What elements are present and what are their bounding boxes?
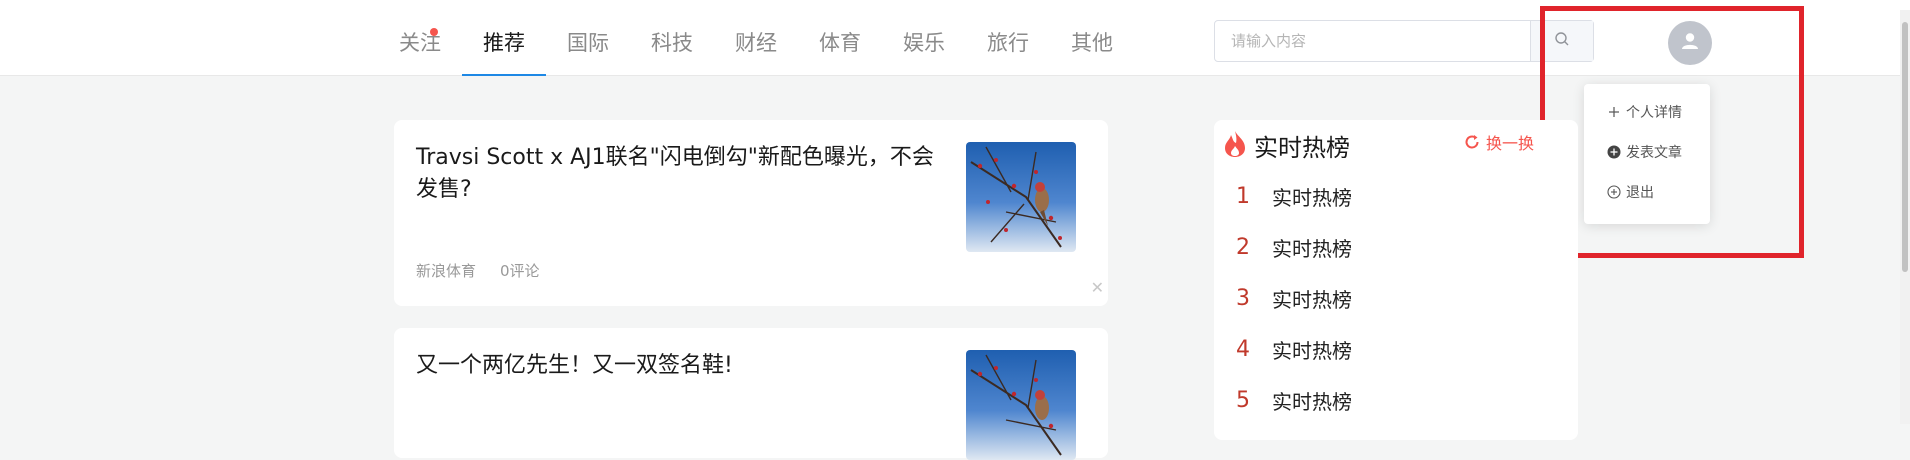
tab-tech[interactable]: 科技 [630, 10, 714, 76]
hot-list-item[interactable]: 2 实时热榜 [1236, 233, 1352, 262]
tab-follow[interactable]: 关注 [378, 10, 462, 76]
hot-text: 实时热榜 [1272, 288, 1352, 312]
tab-other[interactable]: 其他 [1050, 10, 1134, 76]
refresh-label: 换一换 [1486, 134, 1535, 153]
plus-circle-filled-icon [1606, 145, 1622, 159]
hot-text: 实时热榜 [1272, 339, 1352, 363]
notification-dot [430, 28, 438, 36]
hot-rank: 2 [1236, 235, 1250, 260]
tab-international[interactable]: 国际 [546, 10, 630, 76]
tab-sports[interactable]: 体育 [798, 10, 882, 76]
menu-item-label: 发表文章 [1626, 145, 1682, 161]
search-input[interactable] [1215, 21, 1531, 61]
menu-item-label: 退出 [1626, 185, 1654, 201]
article-title[interactable]: 又一个两亿先生！又一双签名鞋! [416, 350, 946, 382]
article-meta: 新浪体育 0评论 [416, 260, 540, 281]
tab-label: 科技 [651, 31, 693, 55]
hot-text: 实时热榜 [1272, 186, 1352, 210]
tab-label: 体育 [819, 31, 861, 55]
fire-icon [1224, 130, 1246, 162]
user-icon [1679, 30, 1701, 56]
plus-icon [1606, 106, 1622, 118]
scrollbar-thumb[interactable] [1902, 22, 1908, 272]
article-card[interactable]: Travsi Scott x AJ1联名"闪电倒勾"新配色曝光，不会发售? 新浪… [394, 120, 1108, 306]
tab-label: 其他 [1071, 31, 1113, 55]
hot-list-item[interactable]: 5 实时热榜 [1236, 386, 1352, 415]
menu-item-profile[interactable]: 个人详情 [1606, 100, 1682, 124]
article-source: 新浪体育 [416, 262, 477, 280]
search-button[interactable] [1530, 21, 1593, 61]
refresh-button[interactable]: 换一换 [1464, 130, 1534, 154]
article-title[interactable]: Travsi Scott x AJ1联名"闪电倒勾"新配色曝光，不会发售? [416, 142, 946, 206]
close-icon[interactable]: ✕ [1091, 278, 1104, 297]
hot-list-header: 实时热榜 [1224, 128, 1350, 163]
search-box [1214, 20, 1594, 62]
article-card[interactable]: 又一个两亿先生！又一双签名鞋! [394, 328, 1108, 460]
hot-rank: 5 [1236, 388, 1250, 413]
article-thumbnail[interactable] [966, 350, 1076, 460]
plus-circle-icon [1606, 185, 1622, 199]
tab-recommend[interactable]: 推荐 [462, 10, 546, 76]
hot-rank: 1 [1236, 184, 1250, 209]
hot-rank: 4 [1236, 337, 1250, 362]
tab-label: 推荐 [483, 31, 525, 55]
tab-label: 旅行 [987, 31, 1029, 55]
avatar[interactable] [1668, 21, 1712, 65]
hot-list-panel: 实时热榜 换一换 1 实时热榜 2 实时热榜 3 实时热榜 4 实时热榜 5 实… [1214, 120, 1578, 440]
menu-item-logout[interactable]: 退出 [1606, 180, 1654, 204]
hot-list-item[interactable]: 3 实时热榜 [1236, 284, 1352, 313]
hot-list-item[interactable]: 1 实时热榜 [1236, 182, 1352, 211]
refresh-icon [1464, 134, 1480, 150]
tab-label: 国际 [567, 31, 609, 55]
tab-travel[interactable]: 旅行 [966, 10, 1050, 76]
hot-rank: 3 [1236, 286, 1250, 311]
header-bar: 关注 推荐 国际 科技 财经 体育 娱乐 旅行 其他 [0, 10, 1910, 76]
tab-label: 财经 [735, 31, 777, 55]
menu-item-label: 个人详情 [1626, 105, 1682, 121]
hot-list-title: 实时热榜 [1254, 134, 1350, 162]
hot-text: 实时热榜 [1272, 390, 1352, 414]
tab-label: 娱乐 [903, 31, 945, 55]
page-scrollbar[interactable] [1900, 10, 1910, 424]
article-comments: 0评论 [500, 262, 540, 280]
hot-text: 实时热榜 [1272, 237, 1352, 261]
hot-list-item[interactable]: 4 实时热榜 [1236, 335, 1352, 364]
tab-entertainment[interactable]: 娱乐 [882, 10, 966, 76]
category-nav: 关注 推荐 国际 科技 财经 体育 娱乐 旅行 其他 [378, 10, 1134, 76]
menu-item-publish[interactable]: 发表文章 [1606, 140, 1682, 164]
tab-finance[interactable]: 财经 [714, 10, 798, 76]
article-thumbnail[interactable] [966, 142, 1076, 252]
user-dropdown-menu: 个人详情 发表文章 退出 [1584, 84, 1710, 224]
search-icon [1554, 31, 1570, 51]
